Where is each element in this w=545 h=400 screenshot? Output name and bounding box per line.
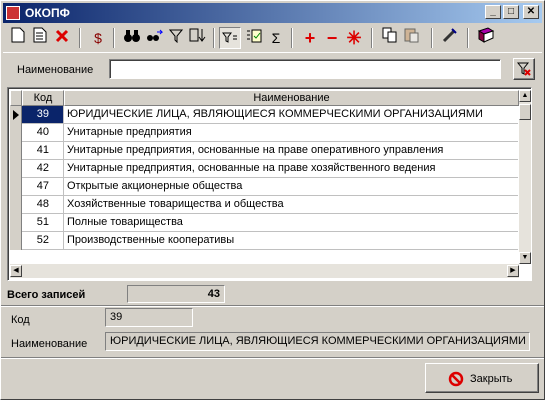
plus-icon[interactable]: + <box>299 27 321 49</box>
toolbar-separator <box>371 28 373 48</box>
table-row[interactable]: 41 Унитарные предприятия, основанные на п… <box>10 142 518 160</box>
cell-code[interactable]: 39 <box>22 106 64 123</box>
filter-list-icon[interactable] <box>219 27 241 49</box>
cell-name[interactable]: ЮРИДИЧЕСКИЕ ЛИЦА, ЯВЛЯЮЩИЕСЯ КОММЕРЧЕСКИ… <box>64 106 518 123</box>
minus-icon[interactable]: − <box>321 27 343 49</box>
cell-name[interactable]: Открытые акционерные общества <box>64 178 518 195</box>
maximize-button[interactable]: □ <box>503 5 519 19</box>
toolbar: $ Σ + − ✳ <box>3 25 542 53</box>
copy-document-icon[interactable] <box>29 27 51 49</box>
row-indicator <box>10 214 22 232</box>
data-grid[interactable]: Код Наименование 39 ЮРИДИЧЕСКИЕ ЛИЦА, ЯВЛ… <box>7 87 532 281</box>
cell-code[interactable]: 42 <box>22 160 64 177</box>
horizontal-scrollbar[interactable]: ◀ ▶ <box>10 264 519 278</box>
total-label: Всего записей <box>7 289 86 301</box>
table-row[interactable]: 40 Унитарные предприятия <box>10 124 518 142</box>
sort-icon[interactable] <box>187 27 209 49</box>
money-icon[interactable]: $ <box>87 27 109 49</box>
table-row[interactable]: 47 Открытые акционерные общества <box>10 178 518 196</box>
cell-name[interactable]: Унитарные предприятия, основанные на пра… <box>64 160 518 177</box>
copy-icon[interactable] <box>379 27 401 49</box>
current-row-icon <box>13 110 19 120</box>
toolbar-separator <box>467 28 469 48</box>
window-title: ОКОПФ <box>25 6 70 20</box>
filter-icon[interactable] <box>165 27 187 49</box>
cell-code[interactable]: 52 <box>22 232 64 249</box>
row-indicator <box>10 196 22 214</box>
sum-icon[interactable]: Σ <box>265 27 287 49</box>
code-label: Код <box>11 314 30 326</box>
toolbar-separator <box>291 28 293 48</box>
cell-name[interactable]: Унитарные предприятия <box>64 124 518 141</box>
close-button-label: Закрыть <box>470 373 513 385</box>
header-indicator <box>10 90 22 106</box>
row-indicator <box>10 178 22 196</box>
table-row[interactable]: 52 Производственные кооперативы <box>10 232 518 250</box>
binoculars-icon[interactable] <box>121 27 143 49</box>
divider <box>1 305 544 307</box>
cell-name[interactable]: Хозяйственные товарищества и общества <box>64 196 518 213</box>
toolbar-separator <box>431 28 433 48</box>
cell-code[interactable]: 41 <box>22 142 64 159</box>
row-indicator <box>10 160 22 178</box>
cell-name[interactable]: Унитарные предприятия, основанные на пра… <box>64 142 518 159</box>
cell-name[interactable]: Полные товарищества <box>64 214 518 231</box>
row-indicator <box>10 142 22 160</box>
name-filter-input[interactable] <box>109 59 501 79</box>
cell-name[interactable]: Производственные кооперативы <box>64 232 518 249</box>
table-row[interactable]: 39 ЮРИДИЧЕСКИЕ ЛИЦА, ЯВЛЯЮЩИЕСЯ КОММЕРЧЕС… <box>10 106 518 124</box>
toolbar-separator <box>79 28 81 48</box>
total-value: 43 <box>127 285 225 303</box>
toolbar-separator <box>113 28 115 48</box>
asterisk-icon[interactable]: ✳ <box>343 27 365 49</box>
new-document-icon[interactable] <box>7 27 29 49</box>
row-indicator <box>10 124 22 142</box>
okopf-window: ОКОПФ _ □ ✕ $ Σ + − ✳ Наименование Код Н… <box>0 0 545 400</box>
cell-code[interactable]: 40 <box>22 124 64 141</box>
scroll-up-button[interactable]: ▲ <box>519 90 531 102</box>
clear-filter-button[interactable] <box>513 58 535 80</box>
title-bar[interactable]: ОКОПФ _ □ ✕ <box>3 3 542 23</box>
scroll-right-button[interactable]: ▶ <box>507 265 519 277</box>
select-all-icon[interactable] <box>243 27 265 49</box>
row-indicator <box>10 106 22 124</box>
close-button[interactable]: Закрыть <box>425 363 539 393</box>
table-row[interactable]: 42 Унитарные предприятия, основанные на п… <box>10 160 518 178</box>
scroll-left-button[interactable]: ◀ <box>10 265 22 277</box>
table-row[interactable]: 51 Полные товарищества <box>10 214 518 232</box>
minimize-button[interactable]: _ <box>485 5 501 19</box>
scroll-thumb[interactable] <box>519 104 531 120</box>
find-next-icon[interactable] <box>143 27 165 49</box>
cell-code[interactable]: 48 <box>22 196 64 213</box>
paste-icon[interactable] <box>401 27 423 49</box>
scroll-down-button[interactable]: ▼ <box>519 252 531 264</box>
vertical-scrollbar[interactable]: ▲ ▼ <box>519 90 531 264</box>
close-window-button[interactable]: ✕ <box>523 5 539 19</box>
app-icon <box>6 6 20 20</box>
toolbar-separator <box>213 28 215 48</box>
delete-icon[interactable] <box>51 27 73 49</box>
row-indicator <box>10 232 22 250</box>
filter-label: Наименование <box>17 64 94 76</box>
stop-icon <box>448 371 464 387</box>
name-value: ЮРИДИЧЕСКИЕ ЛИЦА, ЯВЛЯЮЩИЕСЯ КОММЕРЧЕСКИ… <box>105 332 530 351</box>
clear-filter-icon <box>516 62 531 76</box>
name-label: Наименование <box>11 338 88 350</box>
cell-code[interactable]: 51 <box>22 214 64 231</box>
header-name[interactable]: Наименование <box>64 90 519 106</box>
code-value: 39 <box>105 308 193 327</box>
divider <box>1 357 544 359</box>
book-icon[interactable] <box>475 27 497 49</box>
header-code[interactable]: Код <box>22 90 64 106</box>
cell-code[interactable]: 47 <box>22 178 64 195</box>
table-row[interactable]: 48 Хозяйственные товарищества и общества <box>10 196 518 214</box>
tools-icon[interactable] <box>439 27 461 49</box>
